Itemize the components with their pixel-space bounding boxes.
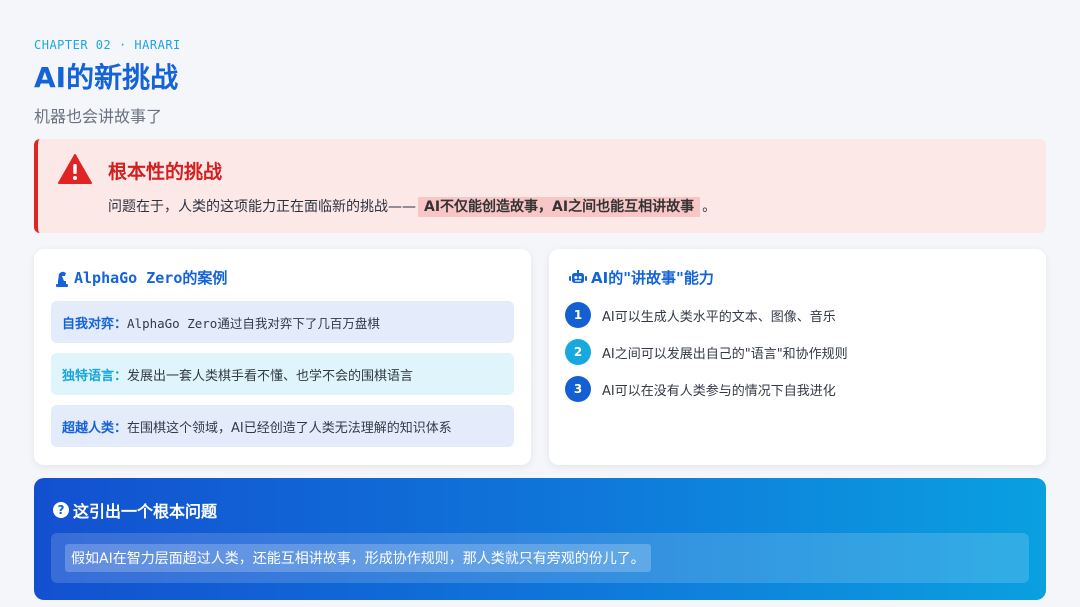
page-title: AI的新挑战 bbox=[34, 61, 179, 94]
question-title-text: 这引出一个根本问题 bbox=[73, 502, 218, 521]
case-text: 在围棋这个领域，AI已经创造了人类无法理解的知识体系 bbox=[127, 420, 452, 436]
question-circle-icon: ? bbox=[53, 502, 69, 518]
abilities-card-title: AI的"讲故事"能力 bbox=[569, 267, 714, 288]
case-item-unique-language: 独特语言： 发展出一套人类棋手看不懂、也学不会的围棋语言 bbox=[51, 353, 514, 395]
ability-text: AI可以生成人类水平的文本、图像、音乐 bbox=[602, 309, 836, 325]
case-label: 独特语言： bbox=[62, 368, 128, 384]
challenge-body: 问题在于，人类的这项能力正在面临新的挑战—— AI不仅能创造故事，AI之间也能互相… bbox=[108, 196, 717, 217]
alphago-card: AlphaGo Zero的案例 自我对弈： AlphaGo Zero通过自我对弈… bbox=[34, 249, 531, 465]
challenge-body-suffix: 。 bbox=[702, 199, 717, 215]
challenge-body-prefix: 问题在于，人类的这项能力正在面临新的挑战—— bbox=[108, 199, 416, 215]
case-text: 发展出一套人类棋手看不懂、也学不会的围棋语言 bbox=[127, 368, 414, 384]
challenge-callout: 根本性的挑战 问题在于，人类的这项能力正在面临新的挑战—— AI不仅能创造故事，A… bbox=[34, 139, 1046, 233]
ability-number-badge: 2 bbox=[565, 339, 591, 365]
question-text: 假如AI在智力层面超过人类，还能互相讲故事，形成协作规则，那人类就只有旁观的份儿… bbox=[65, 544, 651, 572]
ability-item: 2 AI之间可以发展出自己的"语言"和协作规则 bbox=[565, 339, 848, 365]
case-label: 自我对弈： bbox=[62, 316, 128, 332]
question-banner: ? 这引出一个根本问题 假如AI在智力层面超过人类，还能互相讲故事，形成协作规则… bbox=[34, 478, 1046, 600]
chapter-eyebrow: CHAPTER 02 · HARARI bbox=[34, 38, 181, 52]
abilities-card: AI的"讲故事"能力 1 AI可以生成人类水平的文本、图像、音乐 2 AI之间可… bbox=[549, 249, 1046, 465]
ability-item: 1 AI可以生成人类水平的文本、图像、音乐 bbox=[565, 302, 836, 328]
question-title: ? 这引出一个根本问题 bbox=[53, 498, 217, 522]
chess-piece-icon bbox=[56, 271, 68, 287]
alphago-title-text: AlphaGo Zero的案例 bbox=[74, 269, 228, 287]
case-item-beyond-human: 超越人类： 在围棋这个领域，AI已经创造了人类无法理解的知识体系 bbox=[51, 405, 514, 447]
page-subtitle: 机器也会讲故事了 bbox=[34, 107, 163, 126]
ability-text: AI之间可以发展出自己的"语言"和协作规则 bbox=[602, 346, 848, 362]
case-item-self-play: 自我对弈： AlphaGo Zero通过自我对弈下了几百万盘棋 bbox=[51, 301, 514, 343]
question-text-box: 假如AI在智力层面超过人类，还能互相讲故事，形成协作规则，那人类就只有旁观的份儿… bbox=[51, 533, 1029, 583]
abilities-title-text: AI的"讲故事"能力 bbox=[591, 269, 714, 287]
challenge-heading: 根本性的挑战 bbox=[108, 161, 223, 183]
ability-number-badge: 3 bbox=[565, 376, 591, 402]
case-text: AlphaGo Zero通过自我对弈下了几百万盘棋 bbox=[127, 315, 380, 331]
case-label: 超越人类： bbox=[62, 420, 128, 436]
robot-icon bbox=[569, 269, 587, 283]
ability-text: AI可以在没有人类参与的情况下自我进化 bbox=[602, 383, 836, 399]
ability-item: 3 AI可以在没有人类参与的情况下自我进化 bbox=[565, 376, 836, 402]
challenge-highlight: AI不仅能创造故事，AI之间也能互相讲故事 bbox=[418, 197, 701, 217]
alphago-card-title: AlphaGo Zero的案例 bbox=[54, 267, 227, 288]
warning-icon bbox=[58, 154, 92, 184]
ability-number-badge: 1 bbox=[565, 302, 591, 328]
